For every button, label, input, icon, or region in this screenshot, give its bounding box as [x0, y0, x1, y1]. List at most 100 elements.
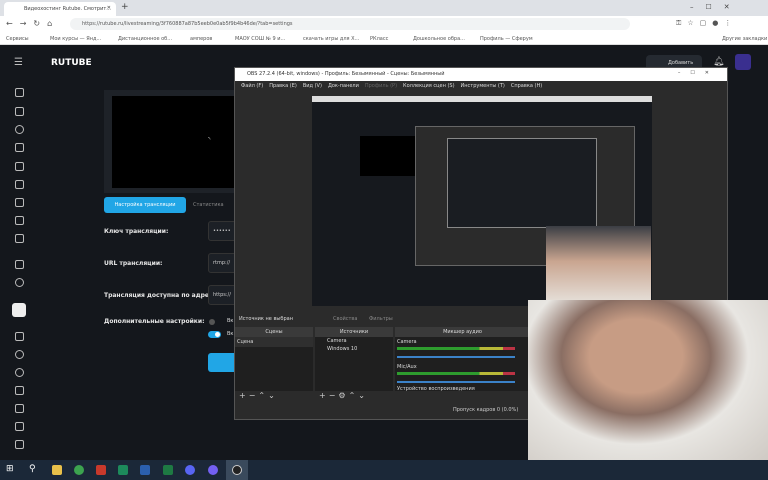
publisher-icon[interactable] — [118, 465, 128, 475]
car-icon[interactable] — [15, 162, 24, 171]
browser-tab[interactable]: Видеохостинг Rutube. Смотрит... ✕ — [4, 2, 116, 16]
public-address-label: Трансляция доступна по адресу: — [104, 292, 219, 299]
smile-icon[interactable] — [15, 368, 24, 377]
sources-list[interactable]: Camera Windows 10 — [315, 337, 393, 391]
source-controls[interactable]: +−⚙⌃⌄ — [319, 391, 368, 400]
sport-icon[interactable] — [15, 350, 24, 359]
history-icon[interactable] — [15, 278, 24, 287]
menu-tools[interactable]: Инструменты (T) — [461, 83, 505, 89]
toggle-on[interactable] — [208, 331, 221, 338]
excel-icon[interactable] — [163, 465, 173, 475]
menu-view[interactable]: Вид (V) — [303, 83, 322, 89]
bookmark[interactable]: амперов — [190, 36, 212, 42]
scene-item[interactable]: Сцена — [235, 337, 313, 347]
toggle-label: Вк — [227, 318, 234, 324]
url-text: https://rutube.ru/livestreaming/3f760887… — [82, 21, 293, 27]
stream-key-label: Ключ трансляции: — [104, 228, 169, 235]
word-icon[interactable] — [140, 465, 150, 475]
kids-icon[interactable] — [15, 234, 24, 243]
channel-avatar[interactable] — [12, 303, 26, 317]
properties-button[interactable]: Свойства — [333, 316, 357, 322]
bookmark[interactable]: Сервисы — [6, 36, 29, 42]
bookmarks-bar: Сервисы Мои курсы — Янд... Дистанционное… — [0, 33, 768, 45]
obs-taskbar-button[interactable] — [226, 460, 248, 480]
dropped-frames-status: Пропуск кадров 0 (0.0%) — [453, 407, 519, 413]
tv-icon[interactable] — [15, 404, 24, 413]
avatar[interactable] — [735, 54, 751, 70]
nav-icons[interactable]: ←→↻⌂ — [6, 19, 59, 28]
audio-meter — [397, 372, 515, 375]
menu-profile[interactable]: Профиль (P) — [365, 83, 397, 89]
obs-titlebar: OBS 27.2.4 (64-bit, windows) - Профиль: … — [235, 68, 727, 81]
education-icon[interactable] — [15, 198, 24, 207]
menu-help[interactable]: Справка (H) — [511, 83, 542, 89]
window-controls[interactable]: –☐✕ — [690, 3, 742, 11]
mixer-header: Микшер аудио — [395, 327, 530, 337]
stream-url-label: URL трансляции: — [104, 260, 163, 267]
mixer-channel-label: Camera — [397, 339, 417, 345]
obs-window-controls[interactable]: –☐✕ — [678, 70, 719, 76]
powerpoint-icon[interactable] — [96, 465, 106, 475]
mixer-channel-label: Устройство воспроизведения — [397, 386, 475, 392]
gamepad-icon[interactable] — [15, 180, 24, 189]
menu-icon[interactable]: ☰ — [14, 57, 23, 68]
source-item[interactable]: Windows 10 — [315, 345, 393, 353]
bookmark[interactable]: Дистанционное об... — [118, 36, 172, 42]
sources-header: Источники — [315, 327, 393, 337]
toolbar-icons[interactable]: ⚿☆▢●⋮ — [676, 19, 737, 28]
nested-webcam — [546, 226, 651, 304]
guitar-icon[interactable] — [15, 386, 24, 395]
bookmark[interactable]: Дошкольное обра... — [413, 36, 465, 42]
stream-preview: ◝ — [112, 96, 242, 188]
file-explorer-icon[interactable] — [52, 465, 62, 475]
search-icon[interactable]: ⚲ — [29, 464, 36, 474]
other-bookmarks[interactable]: Другие закладки — [722, 36, 767, 42]
film-icon[interactable] — [15, 216, 24, 225]
audio-meter — [397, 347, 515, 350]
star-icon[interactable] — [15, 332, 24, 341]
webcam-overlay — [528, 300, 768, 460]
toggle-off[interactable] — [209, 319, 215, 325]
browser-tab-bar: Видеохостинг Rutube. Смотрит... ✕ + –☐✕ — [0, 0, 768, 16]
bookmark[interactable]: РКласс — [370, 36, 388, 42]
discord-icon[interactable] — [185, 465, 195, 475]
scene-controls[interactable]: +−⌃⌄ — [239, 391, 278, 400]
live-icon[interactable] — [15, 143, 24, 152]
tab-statistics[interactable]: Статистика — [193, 202, 224, 208]
menu-docks[interactable]: Док-панели — [328, 83, 359, 89]
new-tab-icon[interactable]: + — [121, 2, 129, 12]
music-icon[interactable] — [15, 440, 24, 449]
windows-start-icon[interactable]: ⊞ — [6, 464, 14, 474]
volume-slider[interactable] — [397, 381, 515, 383]
menu-edit[interactable]: Правка (E) — [269, 83, 297, 89]
scenes-list[interactable]: Сцена — [235, 337, 313, 391]
mixer-channel-label: Mic/Aux — [397, 364, 417, 370]
viber-icon[interactable] — [208, 465, 218, 475]
bookmark[interactable]: МАОУ СОШ № 9 и... — [235, 36, 285, 42]
globe-icon[interactable] — [15, 125, 24, 134]
home-icon[interactable] — [15, 88, 24, 97]
chrome-icon[interactable] — [74, 465, 84, 475]
radio-icon[interactable] — [15, 422, 24, 431]
bookmark[interactable]: Профиль — Сферум — [480, 36, 533, 42]
bookmark[interactable]: скачать игры для Х... — [303, 36, 359, 42]
tab-stream-settings[interactable]: Настройка трансляции — [104, 197, 186, 213]
menu-scene-collection[interactable]: Коллекция сцен (S) — [403, 83, 455, 89]
tab-title: Видеохостинг Rutube. Смотрит... — [24, 6, 112, 12]
close-tab-icon[interactable]: ✕ — [107, 5, 111, 11]
scenes-header: Сцены — [235, 327, 313, 337]
rutube-logo[interactable]: RUTUBE — [51, 58, 92, 68]
obs-preview-canvas — [312, 96, 652, 306]
extra-settings-label: Дополнительные настройки: — [104, 318, 205, 325]
source-item[interactable]: Camera — [315, 337, 393, 345]
menu-file[interactable]: Файл (F) — [241, 83, 263, 89]
taskbar — [0, 460, 768, 480]
url-input[interactable]: https://rutube.ru/livestreaming/3f760887… — [70, 18, 630, 30]
bell-icon[interactable]: 🔔︎ — [713, 57, 724, 67]
volume-slider[interactable] — [397, 356, 515, 358]
loading-spinner-icon: ◝ — [208, 136, 211, 143]
trending-icon[interactable] — [15, 107, 24, 116]
bookmark-icon[interactable] — [15, 260, 24, 269]
bookmark[interactable]: Мои курсы — Янд... — [50, 36, 101, 42]
filters-button[interactable]: Фильтры — [369, 316, 393, 322]
